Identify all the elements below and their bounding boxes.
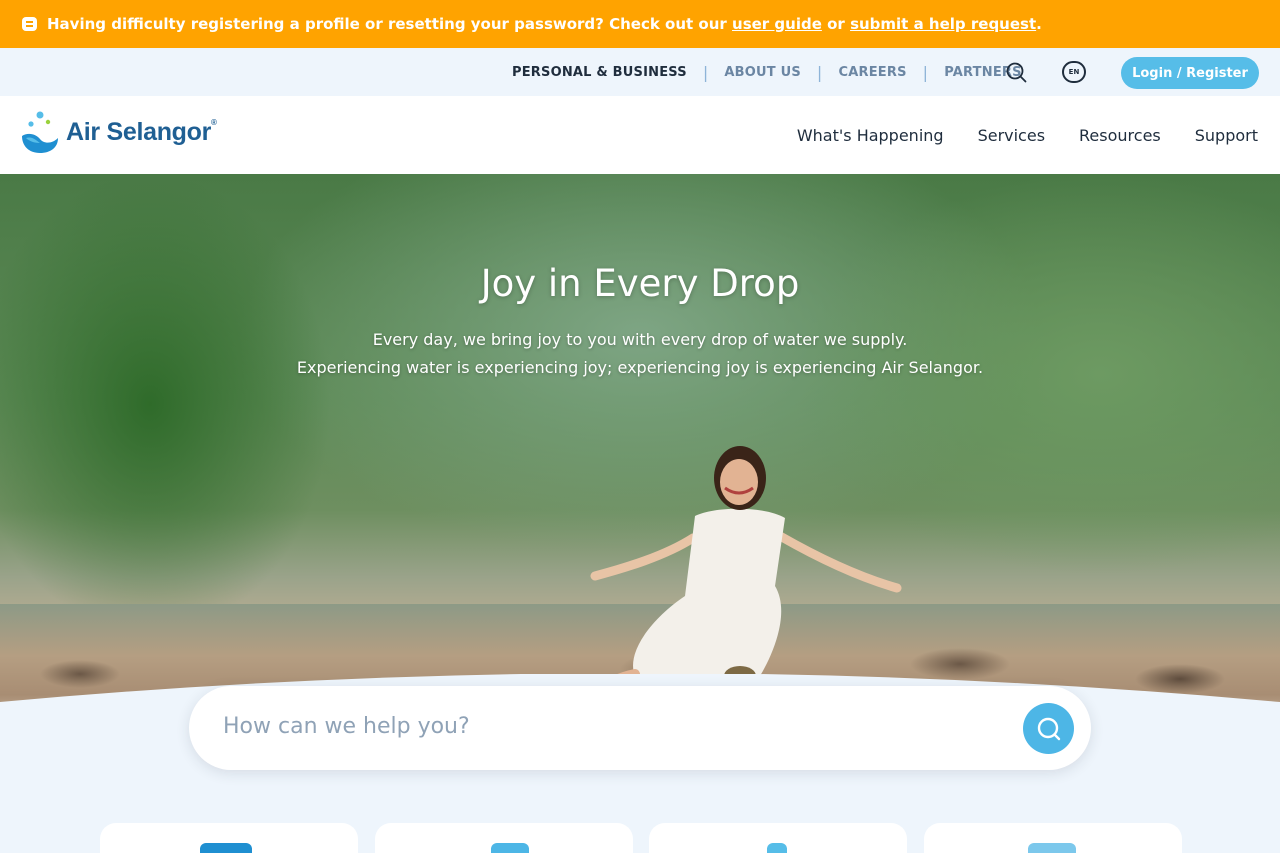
search-icon[interactable]: [1006, 62, 1027, 83]
user-guide-link[interactable]: user guide: [732, 15, 822, 33]
help-request-link[interactable]: submit a help request: [850, 15, 1036, 33]
help-alert-banner: Having difficulty registering a profile …: [0, 0, 1280, 48]
main-nav: What's Happening Services Resources Supp…: [763, 96, 1258, 174]
util-nav-about-us[interactable]: ABOUT US: [724, 65, 801, 80]
quick-link-card[interactable]: [649, 823, 907, 853]
hero-subtitle-line1: Every day, we bring joy to you with ever…: [372, 330, 908, 349]
search-placeholder: How can we help you?: [223, 714, 470, 739]
brand-logo[interactable]: Air Selangor®: [20, 110, 217, 154]
search-button-icon: [1037, 717, 1060, 740]
hero-banner: Joy in Every Drop Every day, we bring jo…: [0, 174, 1280, 734]
util-nav-separator: |: [702, 62, 709, 82]
hero-subtitle-line2: Experiencing water is experiencing joy; …: [296, 358, 984, 377]
hero-title: Joy in Every Drop: [480, 262, 800, 305]
quick-link-card[interactable]: [924, 823, 1182, 853]
water-bottle-icon: [767, 843, 787, 853]
util-nav-personal-business[interactable]: PERSONAL & BUSINESS: [512, 65, 687, 80]
utility-nav: PERSONAL & BUSINESS | ABOUT US | CAREERS…: [512, 48, 1022, 96]
chat-icon: [22, 17, 37, 31]
quick-link-card[interactable]: [100, 823, 358, 853]
utility-bar: PERSONAL & BUSINESS | ABOUT US | CAREERS…: [0, 48, 1280, 96]
hero-girl-image: [590, 446, 902, 696]
login-register-button[interactable]: Login / Register: [1121, 57, 1259, 89]
help-search-input[interactable]: How can we help you?: [189, 686, 1091, 770]
nav-support[interactable]: Support: [1195, 126, 1258, 145]
nav-resources[interactable]: Resources: [1079, 126, 1161, 145]
search-submit-button[interactable]: [1023, 703, 1074, 754]
alert-text: Having difficulty registering a profile …: [47, 15, 1042, 33]
main-header: Air Selangor® What's Happening Services …: [0, 96, 1280, 174]
language-icon[interactable]: EN: [1062, 61, 1086, 83]
logo-drop-icon: [22, 111, 58, 153]
document-icon: [1028, 843, 1076, 853]
service-icon: [491, 843, 529, 853]
util-nav-separator: |: [922, 62, 929, 82]
util-nav-careers[interactable]: CAREERS: [839, 65, 907, 80]
brand-name: Air Selangor®: [66, 117, 217, 146]
nav-whats-happening[interactable]: What's Happening: [797, 126, 944, 145]
quick-link-card[interactable]: [375, 823, 633, 853]
bill-icon: [200, 843, 252, 853]
language-label: EN: [1068, 68, 1080, 76]
quick-link-cards: [100, 823, 1182, 853]
nav-services[interactable]: Services: [978, 126, 1045, 145]
util-nav-separator: |: [816, 62, 823, 82]
trademark-symbol: ®: [211, 117, 217, 127]
